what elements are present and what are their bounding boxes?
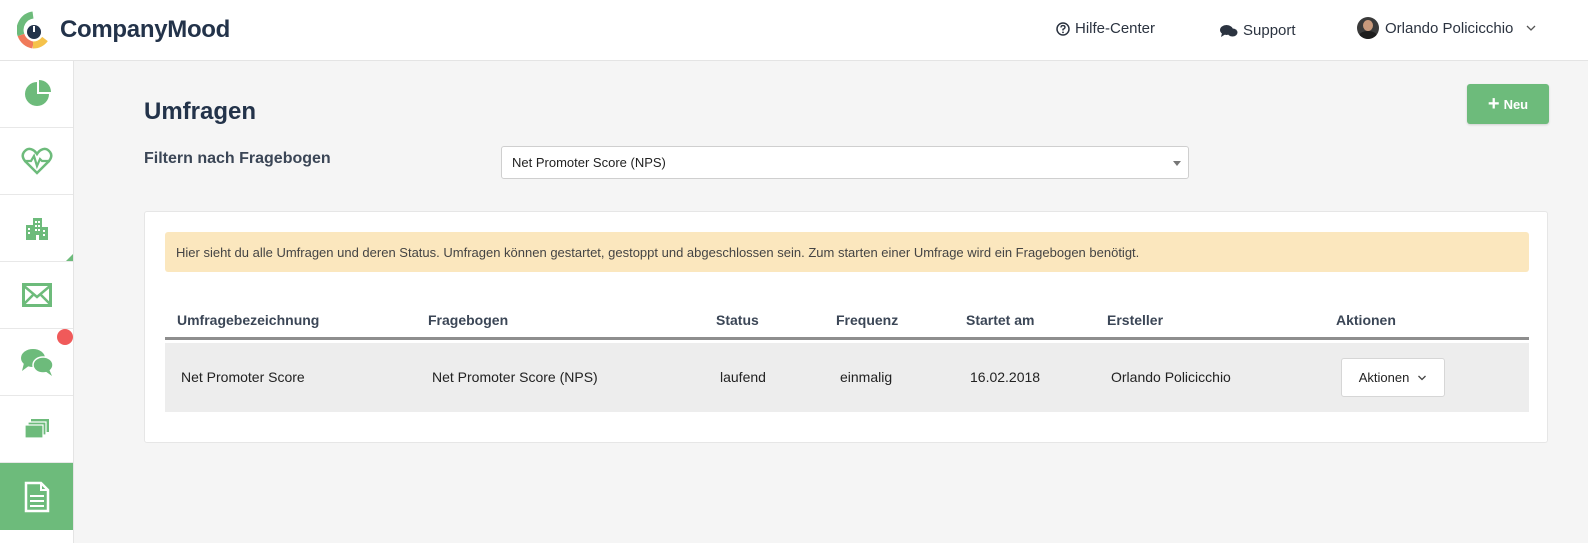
support-link[interactable]: Support: [1220, 22, 1296, 39]
sidebar-item-mood[interactable]: [0, 128, 73, 195]
new-survey-button[interactable]: + Neu: [1467, 84, 1549, 124]
table-row[interactable]: Net Promoter Score Net Promoter Score (N…: [165, 343, 1529, 412]
column-header-actions: Aktionen: [1336, 312, 1396, 328]
help-icon: [1056, 21, 1070, 36]
avatar: [1357, 17, 1379, 39]
row-actions-dropdown[interactable]: Aktionen: [1341, 358, 1445, 397]
sidebar-item-company[interactable]: [0, 195, 73, 262]
column-header-status[interactable]: Status: [716, 312, 759, 328]
user-name: Orlando Policicchio: [1385, 19, 1514, 37]
document-icon: [24, 481, 49, 512]
user-menu[interactable]: Orlando Policicchio: [1357, 17, 1537, 39]
sidebar-item-feedback[interactable]: [0, 329, 73, 396]
cell-creator: Orlando Policicchio: [1111, 369, 1231, 385]
sidebar-item-dashboard[interactable]: [0, 61, 73, 128]
actions-label: Aktionen: [1358, 370, 1410, 385]
buildings-icon: [25, 218, 48, 240]
new-button-label: Neu: [1503, 96, 1529, 112]
questionnaire-filter-select[interactable]: Net Promoter Score (NPS): [501, 146, 1189, 179]
plus-icon: +: [1487, 93, 1500, 115]
pie-chart-icon: [24, 80, 51, 106]
company-logo-icon[interactable]: [17, 11, 49, 49]
filter-selected-value: Net Promoter Score (NPS): [512, 155, 666, 170]
caret-down-icon: [1173, 161, 1181, 166]
sidebar: [0, 61, 74, 543]
corner-marker: [66, 254, 73, 261]
brand-name[interactable]: CompanyMood: [60, 16, 230, 44]
info-alert: Hier sieht du alle Umfragen und deren St…: [165, 232, 1529, 272]
cell-questionnaire: Net Promoter Score (NPS): [432, 369, 598, 385]
support-label: Support: [1243, 22, 1296, 39]
chat-icon: [1220, 24, 1238, 37]
column-header-questionnaire[interactable]: Fragebogen: [428, 312, 508, 328]
sidebar-item-questionnaires[interactable]: [0, 396, 73, 463]
surveys-panel: Hier sieht du alle Umfragen und deren St…: [144, 211, 1548, 443]
cell-status: laufend: [720, 369, 766, 385]
page-title: Umfragen: [144, 98, 257, 125]
sidebar-item-messages[interactable]: [0, 262, 73, 329]
heart-pulse-icon: [20, 147, 53, 175]
chevron-down-icon: [1418, 375, 1427, 380]
filter-label: Filtern nach Fragebogen: [144, 150, 331, 167]
chat-bubbles-icon: [20, 349, 54, 376]
help-center-link[interactable]: Hilfe-Center: [1056, 20, 1155, 37]
notification-badge: [57, 329, 73, 345]
sidebar-item-surveys[interactable]: [0, 463, 73, 530]
cell-survey-name: Net Promoter Score: [181, 369, 305, 385]
chevron-down-icon: [1526, 25, 1536, 31]
help-center-label: Hilfe-Center: [1075, 20, 1156, 37]
column-header-name[interactable]: Umfragebezeichnung: [177, 312, 319, 328]
envelope-icon: [21, 283, 52, 307]
cell-start-date: 16.02.2018: [970, 369, 1041, 385]
top-bar: CompanyMood Hilfe-Center Support Orlando…: [0, 0, 1588, 61]
stack-icon: [23, 419, 49, 439]
table-header: Umfragebezeichnung Fragebogen Status Fre…: [165, 307, 1529, 340]
column-header-creator[interactable]: Ersteller: [1107, 312, 1163, 328]
column-header-start[interactable]: Startet am: [966, 312, 1034, 328]
column-header-frequency[interactable]: Frequenz: [836, 312, 898, 328]
cell-frequency: einmalig: [840, 369, 893, 385]
